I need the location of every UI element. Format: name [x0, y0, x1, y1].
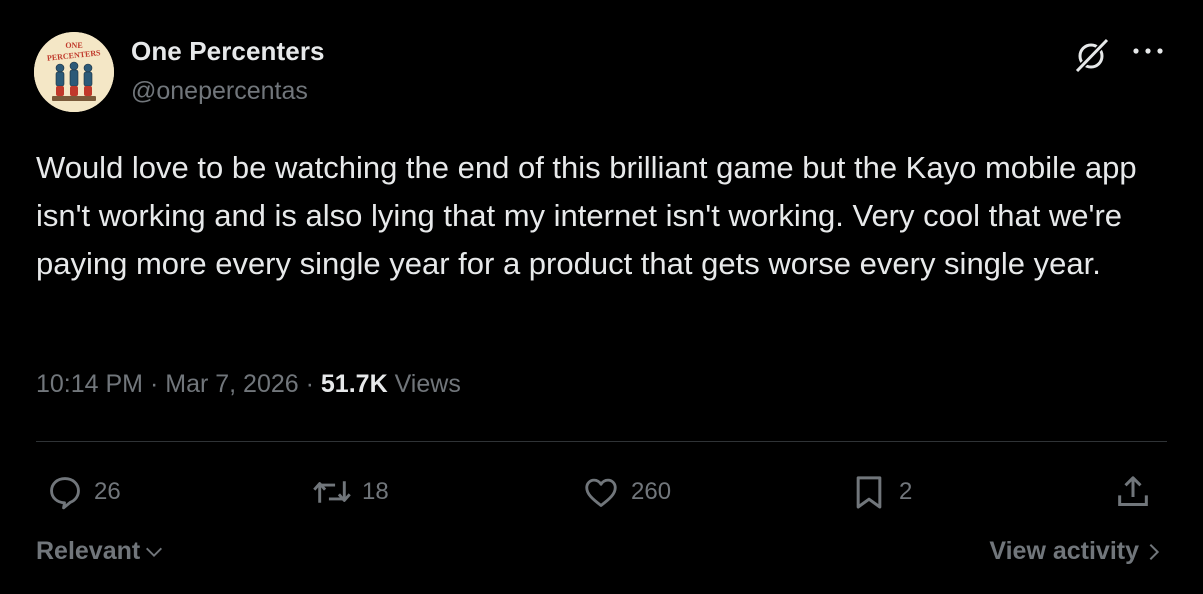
tweet-time[interactable]: 10:14 PM	[36, 370, 143, 398]
sort-relevant-dropdown[interactable]: Relevant	[36, 537, 165, 566]
meta-separator: ·	[149, 370, 159, 398]
views-count[interactable]: 51.7K	[321, 370, 388, 398]
tweet-date[interactable]: Mar 7, 2026	[165, 370, 298, 398]
avatar[interactable]: ONE PERCENTERS	[34, 32, 114, 112]
chevron-down-icon	[146, 547, 163, 557]
like-count: 260	[631, 478, 672, 505]
author-handle[interactable]: @onepercentas	[131, 77, 308, 106]
share-button[interactable]	[1113, 472, 1153, 512]
more-options-icon[interactable]	[1130, 36, 1166, 66]
meta-separator: ·	[305, 370, 314, 398]
grok-icon[interactable]	[1073, 36, 1111, 74]
reply-icon	[50, 477, 80, 510]
heart-icon	[585, 478, 617, 507]
tweet-meta: 10:14 PM · Mar 7, 2026 · 51.7K Views	[36, 370, 461, 399]
reply-button[interactable]: 26	[46, 472, 121, 512]
reply-count: 26	[94, 478, 121, 505]
like-button[interactable]: 260	[581, 472, 671, 512]
author-display-name[interactable]: One Percenters	[131, 36, 325, 67]
one-percenters-logo-icon: ONE PERCENTERS	[34, 32, 114, 112]
sort-label: Relevant	[36, 537, 141, 565]
divider	[36, 441, 1167, 442]
share-icon	[1118, 476, 1148, 506]
view-activity-link[interactable]: View activity	[989, 537, 1161, 566]
repost-button[interactable]: 18	[312, 472, 389, 512]
repost-count: 18	[362, 478, 389, 505]
repost-icon	[313, 481, 351, 503]
bookmark-icon	[856, 476, 882, 509]
views-label: Views	[394, 370, 461, 398]
avatar-text-line1: ONE	[65, 41, 82, 50]
view-activity-label: View activity	[989, 537, 1139, 565]
bookmark-button[interactable]: 2	[849, 472, 912, 512]
tweet-text: Would love to be watching the end of thi…	[36, 150, 1137, 281]
chevron-right-icon	[1149, 543, 1160, 560]
bookmark-count: 2	[899, 478, 913, 505]
